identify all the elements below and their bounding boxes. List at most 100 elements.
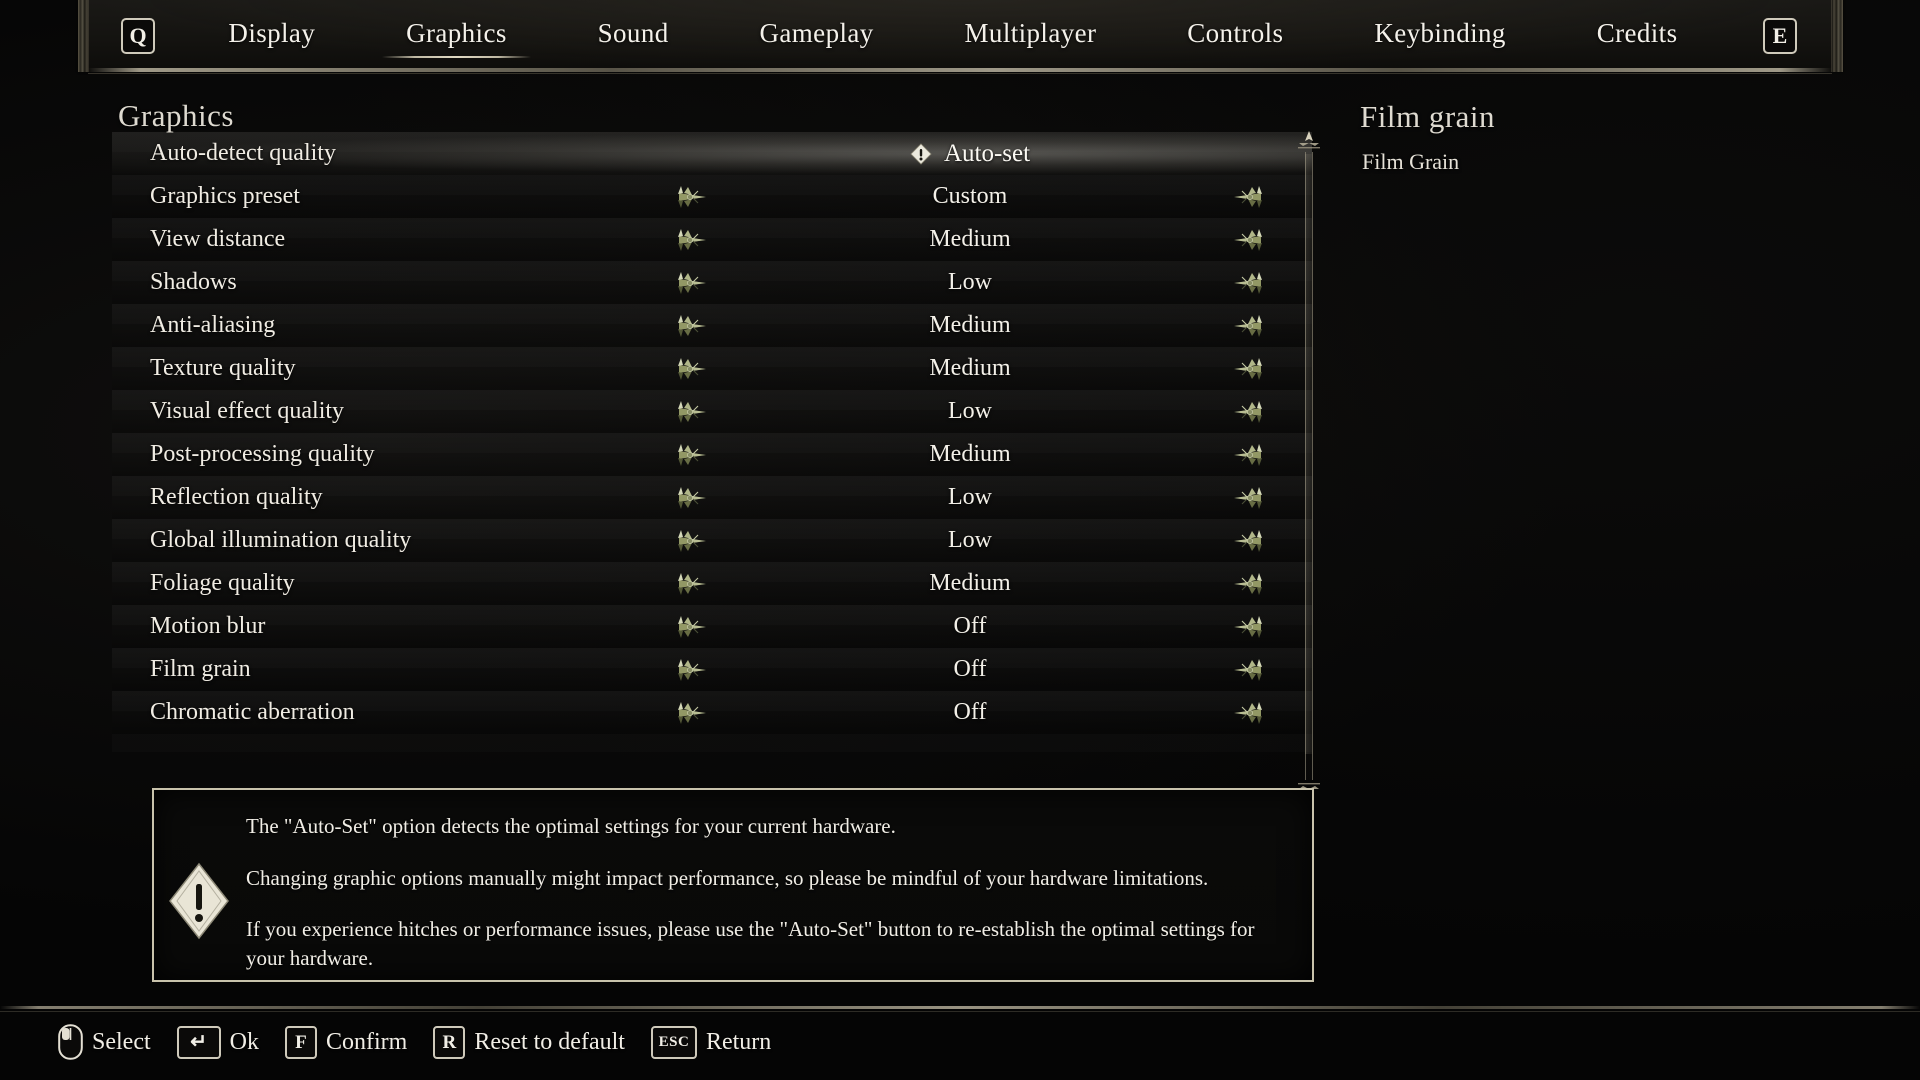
setting-control: Low <box>670 268 1270 298</box>
tab-credits[interactable]: Credits <box>1591 14 1684 58</box>
page-title: Graphics <box>118 98 234 133</box>
arrow-left-icon[interactable] <box>670 397 712 427</box>
info-line: The "Auto-Set" option detects the optima… <box>246 814 896 838</box>
arrow-left-icon[interactable] <box>670 311 712 341</box>
setting-value[interactable]: Low <box>712 269 1228 296</box>
enter-key[interactable]: ↵ <box>176 1025 221 1059</box>
setting-row[interactable]: Graphics preset Custom <box>112 175 1312 218</box>
setting-row[interactable]: Chromatic aberration Off <box>112 691 1312 734</box>
setting-value[interactable]: Off <box>712 699 1228 726</box>
arrow-left-icon[interactable] <box>670 225 712 255</box>
tab-gameplay[interactable]: Gameplay <box>754 14 880 58</box>
setting-label: Shadows <box>150 269 237 295</box>
scrollbar-thumb[interactable] <box>1305 154 1313 754</box>
arrow-left-icon[interactable] <box>670 612 712 642</box>
setting-row[interactable]: Visual effect quality Low <box>112 390 1312 433</box>
footer-hint[interactable]: Select <box>58 1024 151 1060</box>
arrow-right-icon[interactable] <box>1228 526 1270 556</box>
setting-row[interactable]: Auto-detect quality Auto-set <box>112 132 1312 175</box>
footer-hint[interactable]: F Confirm <box>284 1025 407 1059</box>
setting-value[interactable]: Medium <box>712 355 1228 382</box>
tab-multiplayer[interactable]: Multiplayer <box>959 14 1103 58</box>
setting-row[interactable]: Shadows Low <box>112 261 1312 304</box>
arrow-right-icon[interactable] <box>1228 440 1270 470</box>
tab-list: Display Graphics Sound Gameplay Multiplayer C… <box>155 14 1763 58</box>
footer-hint-label: Reset to default <box>474 1028 625 1055</box>
setting-row[interactable]: View distance Medium <box>112 218 1312 261</box>
prev-tab-key-q[interactable]: Q <box>121 18 155 54</box>
setting-label: Reflection quality <box>150 484 323 510</box>
footer-divider-secondary <box>0 1011 1920 1012</box>
r-key[interactable]: R <box>433 1025 466 1059</box>
setting-row[interactable]: Texture quality Medium <box>112 347 1312 390</box>
arrow-left-icon[interactable] <box>670 569 712 599</box>
arrow-right-icon[interactable] <box>1228 225 1270 255</box>
setting-value[interactable]: Low <box>712 398 1228 425</box>
warning-diamond-icon <box>910 142 932 165</box>
setting-value[interactable]: Medium <box>712 312 1228 339</box>
arrow-right-icon[interactable] <box>1228 612 1270 642</box>
setting-label: Anti-aliasing <box>150 312 276 338</box>
setting-value[interactable]: Medium <box>712 226 1228 253</box>
arrow-right-icon[interactable] <box>1228 354 1270 384</box>
arrow-left-icon[interactable] <box>670 483 712 513</box>
tab-graphics[interactable]: Graphics <box>382 14 531 58</box>
arrow-left-icon[interactable] <box>670 182 712 212</box>
setting-row[interactable]: Anti-aliasing Medium <box>112 304 1312 347</box>
tab-display[interactable]: Display <box>222 14 321 58</box>
arrow-right-icon[interactable] <box>1228 182 1270 212</box>
frame-rail-right <box>1832 0 1843 72</box>
setting-row[interactable]: Film grain Off <box>112 648 1312 691</box>
setting-label: View distance <box>150 226 286 252</box>
setting-value[interactable]: Custom <box>712 183 1228 210</box>
arrow-right-icon[interactable] <box>1228 655 1270 685</box>
warning-diamond-icon <box>168 862 230 940</box>
setting-label: Graphics preset <box>150 183 300 209</box>
settings-screen: Q Display Graphics Sound Gameplay Multiplaye… <box>0 0 1920 1080</box>
setting-value[interactable]: Low <box>712 527 1228 554</box>
arrow-left-icon[interactable] <box>670 526 712 556</box>
f-key[interactable]: F <box>284 1025 317 1059</box>
setting-value[interactable]: Off <box>712 613 1228 640</box>
setting-control: Off <box>670 612 1270 642</box>
setting-control: Auto-set <box>670 139 1270 169</box>
setting-row[interactable]: Post-processing quality Medium <box>112 433 1312 476</box>
setting-row[interactable]: Motion blur Off <box>112 605 1312 648</box>
arrow-right-icon[interactable] <box>1228 268 1270 298</box>
arrow-right-icon[interactable] <box>1228 569 1270 599</box>
next-tab-key-e[interactable]: E <box>1763 18 1797 54</box>
arrow-right-icon[interactable] <box>1228 698 1270 728</box>
tab-controls[interactable]: Controls <box>1181 14 1289 58</box>
setting-control: Off <box>670 698 1270 728</box>
setting-value[interactable]: Auto-set <box>712 140 1228 168</box>
arrow-left-icon[interactable] <box>670 354 712 384</box>
arrow-left-icon[interactable] <box>670 268 712 298</box>
setting-row[interactable]: Foliage quality Medium <box>112 562 1312 605</box>
setting-row[interactable]: Global illumination quality Low <box>112 519 1312 562</box>
info-box: The "Auto-Set" option detects the optima… <box>152 788 1314 982</box>
arrow-right-icon[interactable] <box>1228 311 1270 341</box>
setting-value[interactable]: Off <box>712 656 1228 683</box>
scroll-up-arrow-icon[interactable] <box>1296 130 1322 152</box>
tab-sound[interactable]: Sound <box>592 14 675 58</box>
setting-value[interactable]: Medium <box>712 570 1228 597</box>
footer-hint-label: Ok <box>229 1028 259 1055</box>
footer-hint[interactable]: R Reset to default <box>433 1025 625 1059</box>
options-scrollbar[interactable] <box>1296 130 1322 802</box>
footer-hint[interactable]: ESC Return <box>650 1025 771 1059</box>
info-line: Changing graphic options manually might … <box>246 865 1209 890</box>
arrow-left-icon[interactable] <box>670 655 712 685</box>
arrow-left-icon <box>670 139 712 169</box>
setting-row[interactable]: Reflection quality Low <box>112 476 1312 519</box>
setting-label: Film grain <box>150 656 251 682</box>
setting-control: Custom <box>670 182 1270 212</box>
footer-hint[interactable]: ↵ Ok <box>176 1025 259 1059</box>
arrow-left-icon[interactable] <box>670 698 712 728</box>
arrow-right-icon[interactable] <box>1228 397 1270 427</box>
tab-keybinding[interactable]: Keybinding <box>1368 14 1512 58</box>
setting-value[interactable]: Low <box>712 484 1228 511</box>
esc-key[interactable]: ESC <box>650 1025 697 1059</box>
arrow-left-icon[interactable] <box>670 440 712 470</box>
setting-value[interactable]: Medium <box>712 441 1228 468</box>
arrow-right-icon[interactable] <box>1228 483 1270 513</box>
